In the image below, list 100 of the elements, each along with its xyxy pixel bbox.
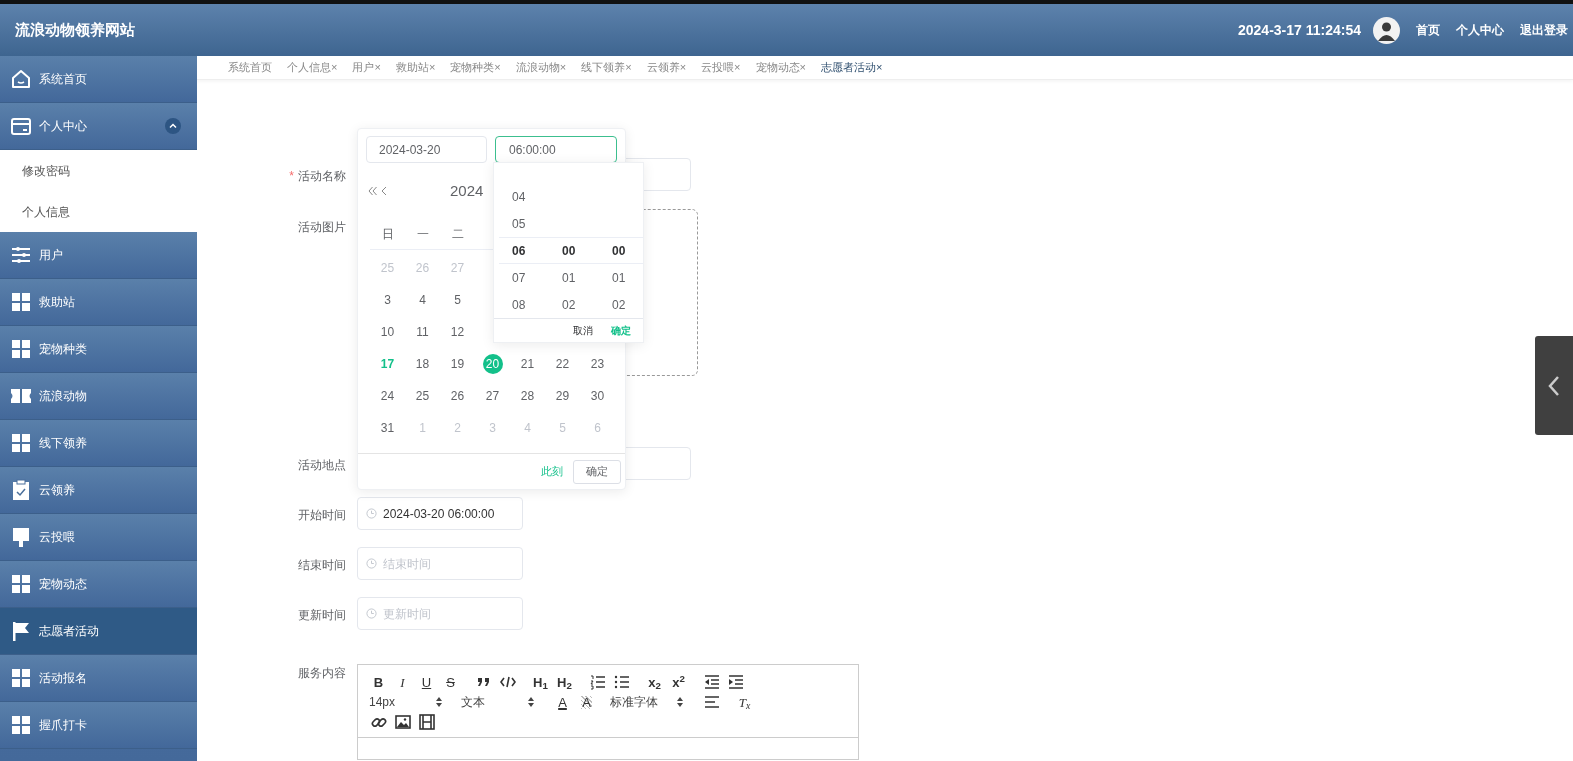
tab[interactable]: 线下领养× (581, 59, 632, 76)
image-icon (393, 713, 412, 731)
avatar (1373, 16, 1400, 44)
calendar-day[interactable]: 22 (552, 354, 573, 374)
toolbar-button[interactable] (726, 673, 745, 691)
time-option[interactable]: 00 (599, 241, 643, 260)
dropdown-select[interactable]: 标准字体 (610, 693, 688, 711)
calendar-day[interactable]: 25 (412, 386, 433, 406)
chevron-left-icon (1548, 374, 1560, 397)
tab[interactable]: 救助站× (395, 59, 436, 76)
toolbar-button[interactable] (588, 673, 607, 691)
sidebar-item[interactable]: 握爪打卡 (0, 702, 197, 749)
toolbar-button[interactable]: U (417, 673, 436, 691)
toolbar-button[interactable]: B (369, 673, 388, 691)
tab[interactable]: 云投喂× (701, 59, 741, 76)
toolbar-button[interactable] (393, 713, 412, 731)
clipboard-icon (10, 479, 32, 501)
date-time-field[interactable]: 更新时间 (357, 597, 523, 630)
toolbar-button[interactable] (702, 673, 721, 691)
sidebar-item[interactable]: 宠物动态 (0, 561, 197, 608)
calendar-day[interactable]: 23 (587, 354, 608, 374)
time-option[interactable]: 02 (549, 295, 599, 314)
header-link[interactable]: 个人中心 (1456, 21, 1504, 39)
calendar-day[interactable]: 19 (447, 354, 468, 374)
date-input[interactable]: 2024-03-20 (366, 136, 487, 163)
sidebar-item[interactable]: 云投喂 (0, 514, 197, 561)
rich-text-editor[interactable]: B I U S H$_{1}$ H$_{2}$ x$_{2}$ x$^{2}$ 14px 文本 A A 标准字体 T$_{x}$ (357, 664, 859, 760)
tab[interactable]: 流浪动物× (515, 59, 567, 76)
tab[interactable]: 用户× (352, 59, 381, 76)
toolbar-button[interactable] (417, 713, 436, 731)
toolbar-button[interactable]: x$_{2}$ (645, 673, 664, 691)
sidebar-item[interactable]: 用户 (0, 232, 197, 279)
time-option[interactable]: 04 (499, 187, 549, 206)
toolbar-button[interactable]: T$_{x}$ (735, 693, 754, 711)
house-icon (10, 68, 32, 90)
time-option[interactable]: 00 (549, 241, 599, 260)
toolbar-button[interactable]: A (577, 693, 596, 711)
toolbar-button[interactable] (612, 673, 631, 691)
calendar-day[interactable]: 10 (377, 322, 398, 342)
calendar-day[interactable]: 26 (447, 386, 468, 406)
toolbar-button[interactable]: A (553, 693, 572, 711)
date-time-field[interactable]: 2024-03-20 06:00:00 (357, 497, 523, 530)
toolbar-button[interactable]: x$^{2}$ (669, 673, 688, 691)
sidebar-item[interactable]: 流浪动物 (0, 373, 197, 420)
field-label: 活动地点 (297, 457, 347, 474)
tab[interactable]: 个人信息× (287, 59, 338, 76)
sidebar-item[interactable]: 宠物种类 (0, 326, 197, 373)
chevron-left-icon[interactable] (381, 186, 387, 196)
tab[interactable]: 宠物种类× (450, 59, 501, 76)
calendar-day[interactable]: 31 (377, 418, 398, 438)
calendar-day[interactable]: 28 (517, 386, 538, 406)
tab[interactable]: 系统首页 (228, 59, 272, 76)
sidebar-item[interactable]: 云领养 (0, 467, 197, 514)
dropdown-select[interactable]: 文本 (461, 693, 539, 711)
tab[interactable]: 宠物动态× (755, 59, 806, 76)
cancel-button[interactable]: 取消 (573, 323, 593, 338)
calendar-day[interactable]: 18 (412, 354, 433, 374)
sidebar-subitem[interactable]: 个人信息 (0, 191, 197, 232)
field-label: 活动图片 (297, 219, 347, 236)
calendar-day[interactable]: 24 (377, 386, 398, 406)
calendar-day[interactable]: 30 (587, 386, 608, 406)
toolbar-button[interactable]: I (393, 673, 412, 691)
header-link[interactable]: 退出登录 (1520, 21, 1568, 39)
dropdown-select[interactable]: 14px (369, 693, 447, 711)
time-option[interactable]: 07 (499, 268, 549, 287)
confirm-button[interactable]: 确定 (573, 459, 621, 484)
side-panel-handle[interactable] (1535, 336, 1573, 435)
time-option[interactable]: 01 (549, 268, 599, 287)
sidebar-item[interactable]: 活动报名 (0, 655, 197, 702)
time-option[interactable]: 08 (499, 295, 549, 314)
sidebar-item[interactable]: 线下领养 (0, 420, 197, 467)
field-label: 活动名称 (298, 169, 346, 183)
tab[interactable]: 云领养× (646, 59, 687, 76)
calendar-day[interactable]: 3 (377, 290, 398, 310)
time-option[interactable]: 05 (499, 214, 549, 233)
sidebar-subitem[interactable]: 修改密码 (0, 150, 197, 191)
calendar-day[interactable]: 12 (447, 322, 468, 342)
time-option[interactable]: 01 (599, 268, 643, 287)
double-left-icon[interactable] (368, 186, 378, 196)
date-time-field[interactable]: 结束时间 (357, 547, 523, 580)
site-title: 流浪动物领养网站 (15, 19, 135, 40)
calendar-day[interactable]: 27 (482, 386, 503, 406)
calendar-day[interactable]: 5 (447, 290, 468, 310)
toolbar-button[interactable] (702, 693, 721, 711)
header-link[interactable]: 首页 (1416, 21, 1440, 39)
weekday-label: 二 (440, 218, 475, 250)
bullet-list-icon (612, 673, 631, 691)
align-left-icon (702, 693, 721, 711)
time-option[interactable]: 02 (599, 295, 643, 314)
toolbar-button[interactable]: S (441, 673, 460, 691)
calendar-day[interactable]: 11 (412, 322, 433, 342)
time-option[interactable]: 06 (499, 241, 549, 260)
toolbar-button[interactable]: H$_{2}$ (555, 673, 574, 691)
calendar-day[interactable]: 29 (552, 386, 573, 406)
tab[interactable]: 志愿者活动× (820, 59, 883, 76)
sidebar-item[interactable]: 志愿者活动 (0, 608, 197, 655)
calendar-day[interactable]: 4 (412, 290, 433, 310)
sidebar-item[interactable]: 救助站 (0, 279, 197, 326)
calendar-day[interactable]: 21 (517, 354, 538, 374)
toolbar-button[interactable]: H$_{1}$ (531, 673, 550, 691)
